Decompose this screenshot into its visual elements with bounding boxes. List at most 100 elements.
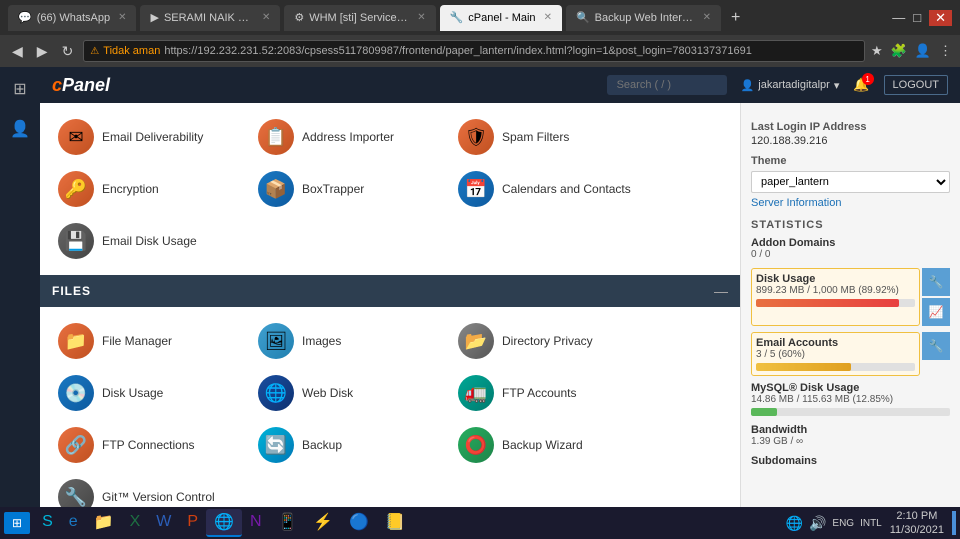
backup-wizard-item[interactable]: ⭕ Backup Wizard [452,419,652,471]
app9-icon: 📱 [278,512,298,532]
calendars-icon: 📅 [458,171,494,207]
browser-maximize[interactable]: □ [913,10,921,25]
notification-badge: 1 [862,73,874,85]
tab-close-4[interactable]: ✕ [544,12,552,23]
tab-close-2[interactable]: ✕ [262,12,270,23]
files-section-header[interactable]: FILES — [40,275,740,307]
taskbar-chrome[interactable]: 🌐 [206,509,242,537]
start-button[interactable]: ⊞ [4,512,30,534]
tab-close-3[interactable]: ✕ [417,12,425,23]
taskbar-app12[interactable]: 📒 [377,509,413,537]
email-deliverability-item[interactable]: ✉ Email Deliverability [52,111,252,163]
spam-filters-item[interactable]: 🛡 Spam Filters [452,111,652,163]
tray-network[interactable]: 🌐 [786,515,803,532]
taskbar-excel[interactable]: X [122,509,149,537]
tab-whatsapp[interactable]: 💬 (66) WhatsApp ✕ [8,5,136,31]
browser-minimize[interactable]: — [892,10,905,25]
taskbar-app10[interactable]: ⚡ [305,509,341,537]
disk-usage-item[interactable]: 💿 Disk Usage [52,367,252,419]
tray-volume[interactable]: 🔊 [809,515,826,532]
taskbar-powerpoint[interactable]: P [179,509,206,537]
encryption-item[interactable]: 🔑 Encryption [52,163,252,215]
show-desktop-button[interactable] [952,511,956,535]
taskbar-word[interactable]: W [148,509,179,537]
backup-item[interactable]: 🔄 Backup [252,419,452,471]
email-accounts-actions: 🔧 [922,332,950,376]
theme-select[interactable]: paper_lantern [751,171,950,193]
taskbar-onenote[interactable]: N [242,509,270,537]
app11-icon: 🔵 [349,512,369,532]
cpanel-sidebar: ⊞ 👤 [0,67,40,539]
address-importer-item[interactable]: 📋 Address Importer [252,111,452,163]
address-importer-icon: 📋 [258,119,294,155]
taskbar-explorer[interactable]: 📁 [86,509,122,537]
not-secure-label: Tidak aman [103,45,160,57]
addon-domains-name: Addon Domains [751,237,950,249]
backup-icon: 🔄 [258,427,294,463]
search-input[interactable] [607,75,727,95]
tab-backup[interactable]: 🔍 Backup Web Internal - Google... ✕ [566,5,721,31]
cpanel-header: cPanel 👤 jakartadigitalpr ▾ 🔔 1 LOGOUT [40,67,960,103]
chrome-icon: 🌐 [214,512,234,532]
email-items: ✉ Email Deliverability 📋 Address Importe… [40,103,740,275]
notification-bell[interactable]: 🔔 1 [853,77,869,93]
server-info-link[interactable]: Server Information [751,197,950,209]
email-disk-label: Email Disk Usage [102,234,197,248]
refresh-button[interactable]: ↻ [58,41,78,62]
logout-button[interactable]: LOGOUT [884,75,948,95]
disk-usage-progress-bar [756,299,915,307]
ftp-connections-item[interactable]: 🔗 FTP Connections [52,419,252,471]
disk-usage-stat-name: Disk Usage [756,273,915,285]
sidebar-user-icon[interactable]: 👤 [6,115,34,143]
tray-intl: INTL [860,518,882,529]
taskbar-skype[interactable]: S [34,509,61,537]
boxtrapper-item[interactable]: 📦 BoxTrapper [252,163,452,215]
tab-close-1[interactable]: ✕ [118,12,126,23]
user-menu[interactable]: 👤 jakartadigitalpr ▾ [741,79,840,92]
url-bar[interactable]: ⚠ Tidak aman https://192.232.231.52:2083… [83,40,865,62]
address-importer-label: Address Importer [302,130,394,144]
new-tab-button[interactable]: + [725,9,746,27]
ftp-accounts-icon: 🚛 [458,375,494,411]
bookmark-icon[interactable]: ★ [871,43,883,59]
user-dropdown-icon: ▾ [834,79,840,92]
ftp-accounts-item[interactable]: 🚛 FTP Accounts [452,367,652,419]
disk-usage-bar-fill [756,299,899,307]
sidebar-grid-icon[interactable]: ⊞ [6,75,34,103]
email-disk-usage-item[interactable]: 💾 Email Disk Usage [52,215,252,267]
account-icon[interactable]: 👤 [915,43,931,59]
web-disk-icon: 🌐 [258,375,294,411]
ie-icon: e [69,513,78,531]
date-display: 11/30/2021 [890,523,944,537]
email-accounts-progress-bar [756,363,915,371]
back-button[interactable]: ◀ [8,41,27,62]
system-tray: 🌐 🔊 ENG INTL [786,515,882,532]
browser-close[interactable]: ✕ [929,10,952,26]
email-accounts-stat-name: Email Accounts [756,337,915,349]
taskbar-app11[interactable]: 🔵 [341,509,377,537]
tab-whm[interactable]: ⚙ WHM [sti] Service Status - 94... ✕ [284,5,435,31]
disk-usage-action-2[interactable]: 📈 [922,298,950,326]
email-accounts-action-1[interactable]: 🔧 [922,332,950,360]
images-item[interactable]: 🖼 Images [252,315,452,367]
forward-button[interactable]: ▶ [33,41,52,62]
extensions-icon[interactable]: 🧩 [891,43,907,59]
files-collapse-icon[interactable]: — [714,283,728,299]
file-manager-item[interactable]: 📁 File Manager [52,315,252,367]
tab-cpanel[interactable]: 🔧 cPanel - Main ✕ [440,5,562,31]
menu-icon[interactable]: ⋮ [939,43,952,59]
disk-usage-action-1[interactable]: 🔧 [922,268,950,296]
directory-privacy-item[interactable]: 📂 Directory Privacy [452,315,652,367]
taskbar-app9[interactable]: 📱 [270,509,306,537]
tab-close-5[interactable]: ✕ [703,12,711,23]
app12-icon: 📒 [385,512,405,532]
tray-lang[interactable]: ENG [832,518,854,529]
stat-addon-domains: Addon Domains 0 / 0 [751,237,950,260]
email-deliverability-label: Email Deliverability [102,130,203,144]
tab-serami[interactable]: ▶ SERAMI NAIK DARAH SAY... ✕ [140,5,280,31]
calendars-item[interactable]: 📅 Calendars and Contacts [452,163,652,215]
web-disk-item[interactable]: 🌐 Web Disk [252,367,452,419]
encryption-icon: 🔑 [58,171,94,207]
taskbar-ie[interactable]: e [61,509,86,537]
taskbar-clock[interactable]: 2:10 PM 11/30/2021 [890,509,944,537]
